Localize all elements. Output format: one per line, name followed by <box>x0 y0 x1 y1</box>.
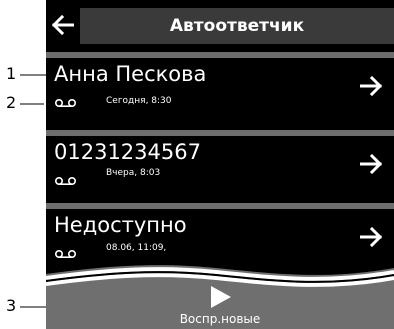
play-new-button[interactable]: Воспр.новые <box>46 282 394 329</box>
message-time: 08.06, 11:09, <box>106 243 167 253</box>
message-caller: Недоступно <box>54 213 187 237</box>
message-time: Вчера, 8:03 <box>106 168 161 178</box>
answering-machine-screen: Автоответчик Анна Пескова Сегодня, 8:30 … <box>46 0 394 329</box>
voicemail-icon <box>54 98 77 108</box>
message-item[interactable]: Анна Пескова Сегодня, 8:30 <box>46 58 394 128</box>
arrow-right-icon[interactable] <box>360 227 382 247</box>
play-icon <box>211 286 231 308</box>
header: Автоответчик <box>46 0 394 50</box>
back-button[interactable] <box>48 8 78 42</box>
arrow-left-icon <box>52 15 74 35</box>
arrow-right-icon[interactable] <box>360 76 382 96</box>
play-new-label: Воспр.новые <box>179 312 261 326</box>
message-time: Сегодня, 8:30 <box>106 96 172 106</box>
voicemail-icon <box>54 176 77 186</box>
message-caller: 01231234567 <box>54 140 201 164</box>
page-title: Автоответчик <box>80 8 394 44</box>
message-caller: Анна Пескова <box>54 62 207 86</box>
arrow-right-icon[interactable] <box>360 154 382 174</box>
message-item[interactable]: 01231234567 Вчера, 8:03 <box>46 136 394 206</box>
